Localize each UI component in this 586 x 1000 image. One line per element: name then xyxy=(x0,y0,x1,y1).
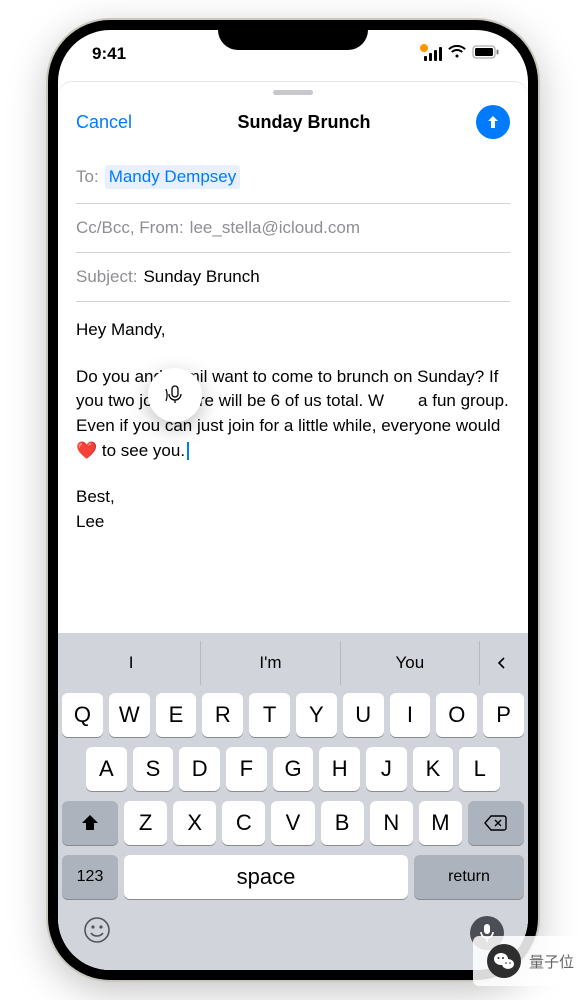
key-e[interactable]: E xyxy=(156,693,197,737)
to-label: To: xyxy=(76,167,99,187)
key-numbers[interactable]: 123 xyxy=(62,855,118,899)
wifi-icon xyxy=(448,44,466,64)
prediction-2[interactable]: I'm xyxy=(201,641,340,685)
key-return[interactable]: return xyxy=(414,855,524,899)
status-time: 9:41 xyxy=(92,44,126,64)
email-body[interactable]: Hey Mandy, Do you and Jamil want to come… xyxy=(76,302,510,562)
compose-sheet: Cancel Sunday Brunch To: Mandy Dempsey C… xyxy=(58,82,528,970)
key-q[interactable]: Q xyxy=(62,693,103,737)
subject-field[interactable]: Subject: Sunday Brunch xyxy=(76,253,510,302)
prediction-bar: I I'm You xyxy=(62,641,524,685)
key-row-3: Z X C V B N M xyxy=(62,801,524,845)
key-o[interactable]: O xyxy=(436,693,477,737)
key-w[interactable]: W xyxy=(109,693,150,737)
key-i[interactable]: I xyxy=(390,693,431,737)
key-y[interactable]: Y xyxy=(296,693,337,737)
prediction-1[interactable]: I xyxy=(62,641,201,685)
nav-bar: Cancel Sunday Brunch xyxy=(58,99,528,151)
subject-label: Subject: xyxy=(76,267,137,287)
key-d[interactable]: D xyxy=(179,747,220,791)
notch xyxy=(218,20,368,50)
key-j[interactable]: J xyxy=(366,747,407,791)
keyboard: I I'm You Q W E R T Y U I O xyxy=(58,633,528,970)
prediction-collapse[interactable] xyxy=(480,641,524,685)
key-s[interactable]: S xyxy=(133,747,174,791)
key-u[interactable]: U xyxy=(343,693,384,737)
to-recipient-chip[interactable]: Mandy Dempsey xyxy=(105,165,241,189)
body-signoff: Best, Lee xyxy=(76,485,510,534)
emoji-button[interactable] xyxy=(82,915,112,950)
compose-area: To: Mandy Dempsey Cc/Bcc, From: lee_stel… xyxy=(58,151,528,633)
key-h[interactable]: H xyxy=(319,747,360,791)
key-l[interactable]: L xyxy=(459,747,500,791)
key-b[interactable]: B xyxy=(321,801,364,845)
key-backspace[interactable] xyxy=(468,801,524,845)
ccbcc-label: Cc/Bcc, From: xyxy=(76,218,184,238)
key-c[interactable]: C xyxy=(222,801,265,845)
chevron-left-icon xyxy=(495,656,509,670)
key-row-4: 123 space return xyxy=(62,855,524,899)
key-x[interactable]: X xyxy=(173,801,216,845)
key-p[interactable]: P xyxy=(483,693,524,737)
key-g[interactable]: G xyxy=(273,747,314,791)
wechat-icon xyxy=(487,944,521,978)
status-icons xyxy=(424,44,500,64)
key-shift[interactable] xyxy=(62,801,118,845)
recording-indicator-dot xyxy=(420,44,428,52)
key-t[interactable]: T xyxy=(249,693,290,737)
phone-frame: 9:41 Cancel Sunday Brunch xyxy=(48,20,538,980)
microphone-icon xyxy=(163,383,187,407)
send-button[interactable] xyxy=(476,105,510,139)
heart-emoji: ❤️ xyxy=(76,441,97,460)
emoji-icon xyxy=(82,915,112,945)
key-k[interactable]: K xyxy=(413,747,454,791)
battery-icon xyxy=(472,44,500,64)
key-z[interactable]: Z xyxy=(124,801,167,845)
key-row-1: Q W E R T Y U I O P xyxy=(62,693,524,737)
from-value: lee_stella@icloud.com xyxy=(190,218,360,238)
to-field[interactable]: To: Mandy Dempsey xyxy=(76,151,510,204)
key-v[interactable]: V xyxy=(271,801,314,845)
key-a[interactable]: A xyxy=(86,747,127,791)
arrow-up-icon xyxy=(484,113,502,131)
keyboard-bottom-bar xyxy=(62,909,524,950)
key-space[interactable]: space xyxy=(124,855,408,899)
backspace-icon xyxy=(484,814,508,832)
body-greeting: Hey Mandy, xyxy=(76,318,510,343)
key-f[interactable]: F xyxy=(226,747,267,791)
watermark-label: 量子位 xyxy=(529,951,574,972)
ccbcc-field[interactable]: Cc/Bcc, From: lee_stella@icloud.com xyxy=(76,204,510,253)
body-main: Do you and Jamil want to come to brunch … xyxy=(76,365,510,464)
subject-value: Sunday Brunch xyxy=(143,267,259,287)
key-m[interactable]: M xyxy=(419,801,462,845)
key-row-2: A S D F G H J K L xyxy=(62,747,524,791)
sheet-grabber[interactable] xyxy=(273,90,313,95)
dictation-indicator[interactable] xyxy=(148,368,202,422)
cancel-button[interactable]: Cancel xyxy=(76,112,132,133)
nav-title: Sunday Brunch xyxy=(238,112,371,133)
screen: 9:41 Cancel Sunday Brunch xyxy=(58,30,528,970)
shift-icon xyxy=(80,814,100,832)
key-n[interactable]: N xyxy=(370,801,413,845)
prediction-3[interactable]: You xyxy=(341,641,480,685)
wechat-watermark: 量子位 xyxy=(473,936,586,986)
text-cursor xyxy=(187,442,189,460)
key-r[interactable]: R xyxy=(202,693,243,737)
